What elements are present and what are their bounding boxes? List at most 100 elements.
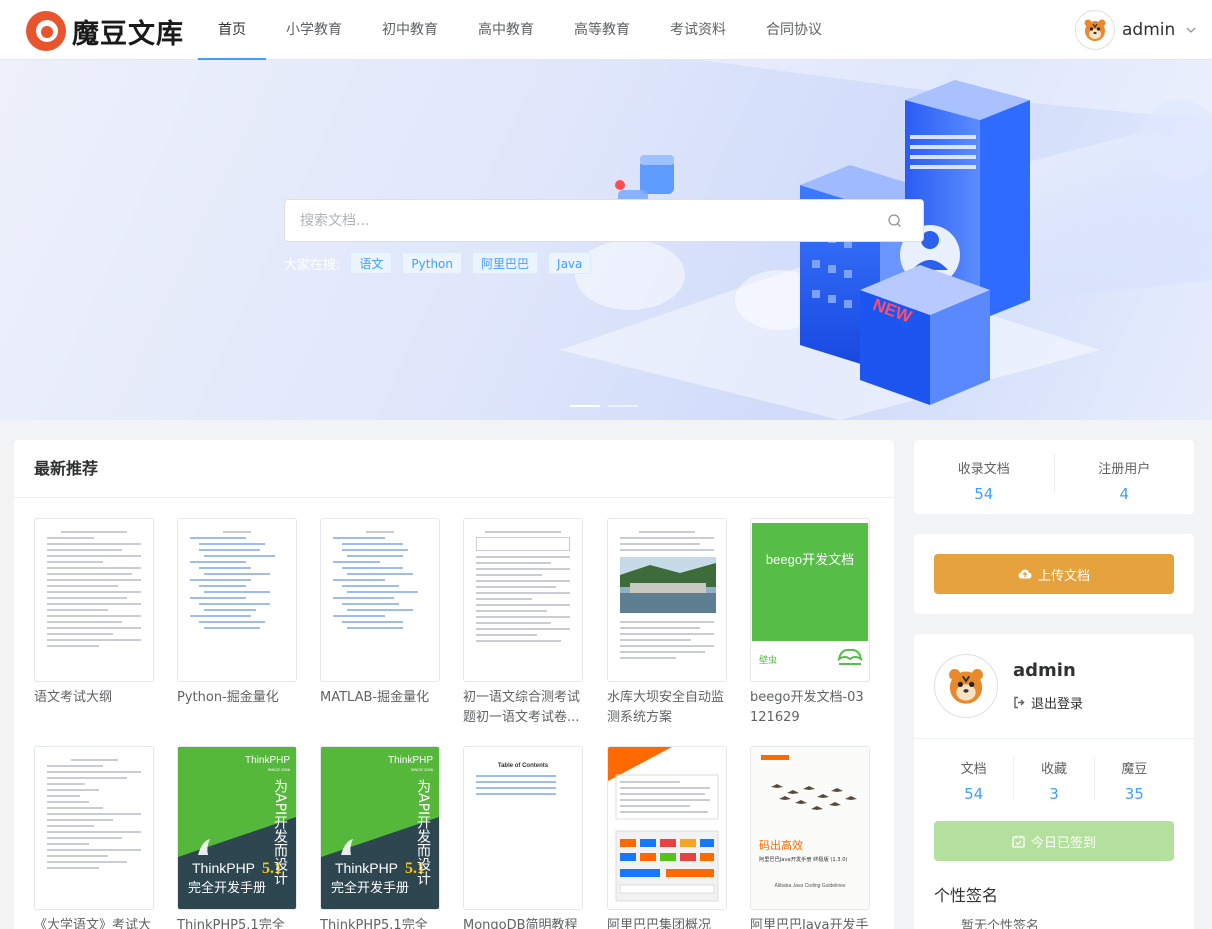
doc-thumbnail[interactable]: 码出高效 阿里巴巴Java开发手册 终极版 (1.3.0) Alibaba Ja…	[750, 746, 870, 910]
doc-card[interactable]: ThinkPHP SINCE 2006 ThinkPHP 5.1 完全开发手册 …	[320, 746, 440, 929]
chevron-down-icon[interactable]	[1185, 24, 1197, 36]
beego-cover-sub: 壁虫	[759, 656, 778, 666]
svg-text:码出高效: 码出高效	[759, 838, 803, 852]
user-name[interactable]: admin	[1122, 20, 1175, 40]
carousel-dot[interactable]	[570, 405, 600, 407]
doc-title[interactable]: 阿里巴巴集团概况	[607, 916, 727, 929]
doc-card[interactable]: 《大学语文》考试大	[34, 746, 154, 929]
svg-text:阿里巴巴Java开发手册 终极版 (1.3.0): 阿里巴巴Java开发手册 终极版 (1.3.0)	[759, 855, 848, 863]
recommend-panel: 最新推荐 语文考试大纲 Python-掘金量化 MATLAB-掘金量化 初一语文…	[14, 440, 894, 929]
nav-item-primary[interactable]: 小学教育	[266, 0, 362, 60]
calendar-check-icon	[1012, 835, 1025, 848]
doc-thumbnail[interactable]	[607, 746, 727, 910]
svg-text:Alibaba Java Coding Guidelines: Alibaba Java Coding Guidelines	[775, 883, 846, 889]
doc-title[interactable]: MATLAB-掘金量化	[320, 688, 440, 708]
doc-thumbnail[interactable]: beego开发文档 壁虫	[750, 518, 870, 682]
tiger-avatar-icon	[949, 669, 983, 704]
svg-text:ThinkPHP: ThinkPHP	[335, 860, 398, 876]
site-logo[interactable]: 魔豆文库	[26, 11, 184, 51]
doc-card[interactable]: ThinkPHP SINCE 2006 ThinkPHP 5.1 完全开发手册 …	[177, 746, 297, 929]
cloud-upload-icon	[1018, 569, 1032, 579]
doc-thumbnail[interactable]	[607, 518, 727, 682]
doc-card[interactable]: beego开发文档 壁虫 beego开发文档-03121629	[750, 518, 870, 728]
doc-title[interactable]: 《大学语文》考试大	[34, 916, 154, 929]
hot-tag[interactable]: 语文	[350, 252, 393, 274]
doc-thumbnail[interactable]	[463, 518, 583, 682]
doc-title[interactable]: ThinkPHP5.1完全开	[320, 916, 440, 929]
doc-card[interactable]: 阿里巴巴集团概况	[607, 746, 727, 929]
svg-text:SINCE 2006: SINCE 2006	[268, 767, 291, 772]
doc-card[interactable]: 水库大坝安全自动监测系统方案	[607, 518, 727, 728]
doc-card[interactable]: Python-掘金量化	[177, 518, 297, 708]
signature-heading: 个性签名	[934, 886, 999, 905]
doc-thumbnail[interactable]	[177, 518, 297, 682]
stat-label: 注册用户	[1098, 462, 1151, 477]
logout-link[interactable]: 退出登录	[1013, 693, 1083, 712]
stat-docs: 收录文档 54	[914, 458, 1054, 514]
nav-item-contract[interactable]: 合同协议	[746, 0, 842, 60]
panel-title: 最新推荐	[14, 440, 894, 498]
nav-item-senior[interactable]: 高中教育	[458, 0, 554, 60]
avatar[interactable]	[934, 654, 998, 718]
hot-tag[interactable]: 阿里巴巴	[472, 252, 539, 274]
doc-card[interactable]: 语文考试大纲	[34, 518, 154, 708]
doc-title[interactable]: 阿里巴巴Java开发手	[750, 916, 870, 929]
alibaba-overview-cover	[608, 747, 719, 902]
stat-value: 54	[974, 485, 994, 503]
stat-value: 54	[964, 785, 984, 803]
svg-text:ThinkPHP: ThinkPHP	[245, 755, 290, 766]
stat-label: 文档	[960, 762, 987, 777]
stat-value: 3	[1049, 785, 1059, 803]
stat-docs[interactable]: 文档 54	[934, 758, 1013, 803]
doc-title[interactable]: 水库大坝安全自动监测系统方案	[607, 688, 727, 728]
main-nav: 首页 小学教育 初中教育 高中教育 高等教育 考试资料 合同协议	[198, 0, 842, 60]
doc-thumbnail[interactable]: ThinkPHP SINCE 2006 ThinkPHP 5.1 完全开发手册 …	[177, 746, 297, 910]
nav-item-junior[interactable]: 初中教育	[362, 0, 458, 60]
doc-thumbnail[interactable]	[34, 746, 154, 910]
doc-title[interactable]: Python-掘金量化	[177, 688, 297, 708]
doc-title[interactable]: ThinkPHP5.1完全开	[177, 916, 297, 929]
doc-title[interactable]: beego开发文档-03121629	[750, 688, 870, 728]
search-icon[interactable]	[887, 213, 903, 229]
nav-item-exam[interactable]: 考试资料	[650, 0, 746, 60]
doc-title[interactable]: MongoDB简明教程	[463, 916, 583, 929]
stat-value: 35	[1124, 785, 1144, 803]
search-input[interactable]	[285, 200, 865, 241]
logout-icon	[1014, 696, 1025, 709]
tiger-avatar-icon	[1084, 19, 1106, 41]
nav-item-higher[interactable]: 高等教育	[554, 0, 650, 60]
svg-text:SINCE 2006: SINCE 2006	[411, 767, 434, 772]
doc-thumbnail[interactable]	[34, 518, 154, 682]
site-stats-card: 收录文档 54 注册用户 4	[914, 440, 1194, 514]
upload-card: 上传文档	[914, 534, 1194, 614]
upload-button[interactable]: 上传文档	[934, 554, 1174, 594]
doc-card[interactable]: Table of Contents MongoDB简明教程	[463, 746, 583, 929]
doc-thumbnail[interactable]: ThinkPHP SINCE 2006 ThinkPHP 5.1 完全开发手册 …	[320, 746, 440, 910]
doc-thumbnail[interactable]: Table of Contents	[463, 746, 583, 910]
hot-tag[interactable]: Java	[548, 252, 592, 274]
divider	[914, 738, 1194, 739]
logout-label: 退出登录	[1031, 697, 1084, 712]
doc-title[interactable]: 初一语文综合测考试题初一语文考试卷...	[463, 688, 583, 728]
logo-text: 魔豆文库	[72, 18, 184, 50]
doc-card[interactable]: MATLAB-掘金量化	[320, 518, 440, 708]
signed-in-button[interactable]: 今日已签到	[934, 821, 1174, 861]
doc-thumbnail[interactable]	[320, 518, 440, 682]
nav-item-home[interactable]: 首页	[198, 0, 266, 60]
doc-card[interactable]: 码出高效 阿里巴巴Java开发手册 终极版 (1.3.0) Alibaba Ja…	[750, 746, 870, 929]
top-header: 魔豆文库 首页 小学教育 初中教育 高中教育 高等教育 考试资料 合同协议 ad…	[0, 0, 1212, 60]
carousel-dot[interactable]	[608, 405, 638, 407]
svg-text:ThinkPHP: ThinkPHP	[192, 860, 255, 876]
avatar[interactable]	[1075, 10, 1115, 50]
logo-icon	[26, 11, 66, 51]
doc-card[interactable]: 初一语文综合测考试题初一语文考试卷...	[463, 518, 583, 728]
profile-stats: 文档 54 收藏 3 魔豆 35	[934, 758, 1174, 803]
stat-favorites[interactable]: 收藏 3	[1014, 758, 1093, 803]
hot-tag[interactable]: Python	[402, 252, 463, 274]
beego-logo-icon	[837, 648, 863, 665]
svg-text:ThinkPHP: ThinkPHP	[388, 755, 433, 766]
stat-credits[interactable]: 魔豆 35	[1095, 758, 1174, 803]
user-menu[interactable]: admin	[1075, 10, 1197, 50]
doc-title[interactable]: 语文考试大纲	[34, 688, 154, 708]
hot-label: 大家在搜:	[284, 257, 341, 273]
